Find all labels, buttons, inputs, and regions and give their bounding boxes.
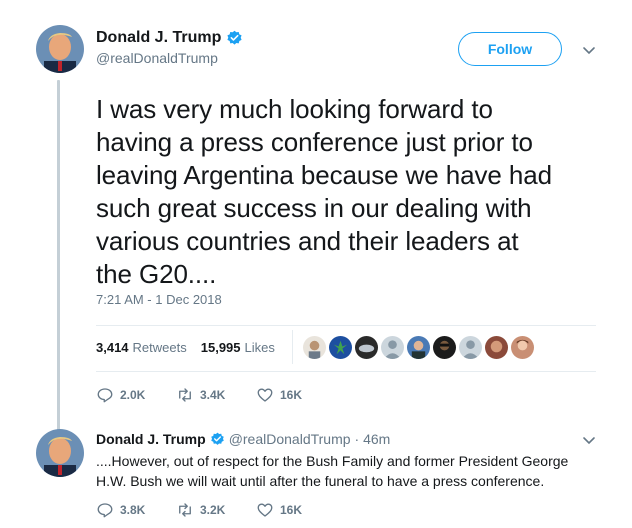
like-button[interactable]: 16K xyxy=(256,386,336,404)
retweets-label[interactable]: Retweets xyxy=(133,340,187,355)
liker-avatar[interactable] xyxy=(511,336,534,359)
reply-text: ....However, out of respect for the Bush… xyxy=(96,453,569,489)
likes-label[interactable]: Likes xyxy=(245,340,275,355)
chevron-down-icon[interactable] xyxy=(581,432,597,448)
reply-header: Donald J. Trump @realDonaldTrump · 46m xyxy=(96,431,390,447)
reply-count: 2.0K xyxy=(120,388,146,402)
chevron-down-icon[interactable] xyxy=(581,42,597,58)
author-handle[interactable]: @realDonaldTrump xyxy=(96,50,243,66)
verified-badge-icon xyxy=(227,30,242,45)
tweet-timestamp[interactable]: 7:21 AM - 1 Dec 2018 xyxy=(96,292,222,307)
reply-actions: 3.8K 3.2K 16K xyxy=(96,501,336,519)
thread-connector-line xyxy=(57,80,60,430)
divider xyxy=(96,371,596,372)
like-count: 16K xyxy=(280,388,303,402)
heart-icon xyxy=(257,388,273,402)
retweets-count[interactable]: 3,414 xyxy=(96,340,129,355)
likes-count[interactable]: 15,995 xyxy=(201,340,241,355)
liker-avatars xyxy=(303,336,534,359)
like-button[interactable]: 16K xyxy=(256,501,336,519)
tweet-stats: 3,414 Retweets 15,995 Likes xyxy=(96,340,285,355)
author-name[interactable]: Donald J. Trump xyxy=(96,29,221,47)
liker-avatar[interactable] xyxy=(459,336,482,359)
avatar-image xyxy=(36,25,84,73)
reply-icon xyxy=(97,503,113,518)
liker-avatar[interactable] xyxy=(485,336,508,359)
follow-button[interactable]: Follow xyxy=(458,32,562,66)
liker-avatar[interactable] xyxy=(329,336,352,359)
retweet-icon xyxy=(179,388,191,402)
reply-author-handle[interactable]: @realDonaldTrump xyxy=(229,431,351,447)
liker-avatar[interactable] xyxy=(303,336,326,359)
retweet-button[interactable]: 3.4K xyxy=(176,386,256,404)
reply-time[interactable]: · 46m xyxy=(355,431,391,447)
avatar-image xyxy=(36,429,84,477)
liker-avatar[interactable] xyxy=(381,336,404,359)
tweet-actions: 2.0K 3.4K 16K xyxy=(96,386,336,404)
retweet-button[interactable]: 3.2K xyxy=(176,501,256,519)
like-count: 16K xyxy=(280,503,303,517)
divider xyxy=(96,325,596,326)
reply-author-name[interactable]: Donald J. Trump xyxy=(96,431,206,447)
tweet-author[interactable]: Donald J. Trump @realDonaldTrump xyxy=(96,29,243,66)
retweet-count: 3.2K xyxy=(200,503,226,517)
retweet-icon xyxy=(179,503,191,517)
retweet-count: 3.4K xyxy=(200,388,226,402)
verified-badge-icon xyxy=(210,432,224,445)
reply-count: 3.8K xyxy=(120,503,146,517)
reply-button[interactable]: 2.0K xyxy=(96,386,176,404)
liker-avatar[interactable] xyxy=(407,336,430,359)
avatar[interactable] xyxy=(36,429,84,477)
reply-button[interactable]: 3.8K xyxy=(96,501,176,519)
reply-icon xyxy=(97,388,113,403)
tweet-text: I was very much looking forward to havin… xyxy=(96,94,552,289)
liker-avatar[interactable] xyxy=(355,336,378,359)
heart-icon xyxy=(257,503,273,517)
avatar[interactable] xyxy=(36,25,84,73)
liker-avatar[interactable] xyxy=(433,336,456,359)
stats-separator xyxy=(292,330,293,364)
